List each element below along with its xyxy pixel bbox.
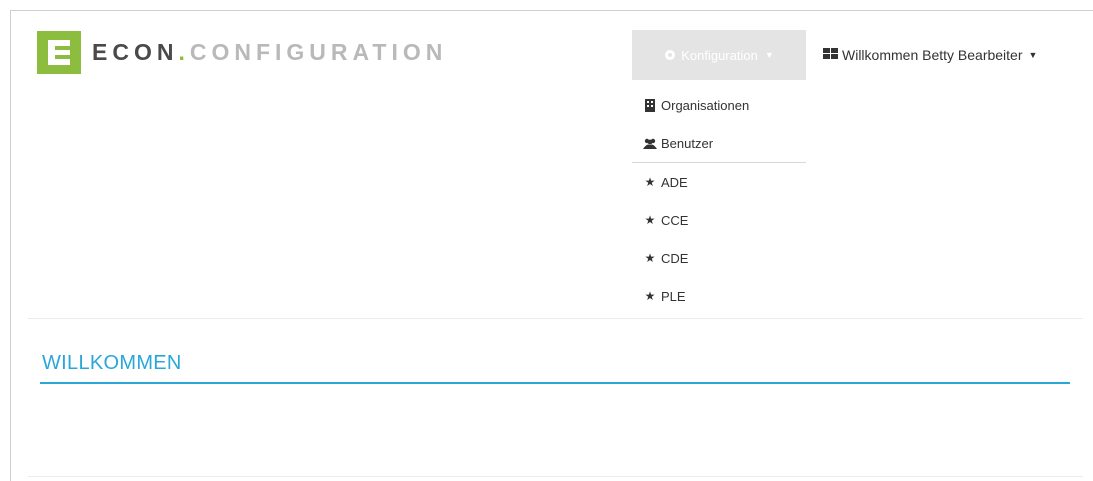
menu-item-label: CDE [661,250,689,266]
logo-e-icon [37,31,81,74]
chevron-down-icon: ▼ [1028,50,1038,60]
user-menu-label: Willkommen Betty Bearbeiter [842,47,1023,63]
user-menu-button[interactable]: Willkommen Betty Bearbeiter ▼ [823,30,1037,80]
konfiguration-dropdown: Organisationen Benutzer ★ ADE ★ CCE ★ CD… [632,86,806,315]
brand-configuration: CONFIGURATION [189,39,448,65]
menu-item-organisationen[interactable]: Organisationen [632,86,806,124]
brand-dot: . [178,39,190,65]
menu-item-label: CCE [661,212,689,228]
content-divider [28,476,1083,477]
brand-econ: ECON [92,39,179,65]
menu-item-cde[interactable]: ★ CDE [632,239,806,277]
users-icon [643,138,657,149]
menu-item-benutzer[interactable]: Benutzer [632,124,806,162]
header-divider [28,318,1083,319]
logo[interactable] [37,31,81,74]
konfiguration-menu-button[interactable]: Konfiguration ▼ [632,30,806,80]
brand-name: ECON.CONFIGURATION [92,38,447,66]
star-icon: ★ [644,175,656,189]
page-frame [10,10,1093,481]
page-title: WILLKOMMEN [42,352,182,374]
menu-item-label: ADE [661,174,688,190]
menu-item-label: Organisationen [661,97,750,113]
title-underline [40,382,1070,384]
menu-item-label: Benutzer [661,135,714,151]
grid-icon [823,47,838,63]
menu-item-ple[interactable]: ★ PLE [632,277,806,315]
star-icon: ★ [644,289,656,303]
gear-icon [664,49,676,61]
konfiguration-label: Konfiguration [681,47,758,63]
building-icon [643,98,657,112]
star-icon: ★ [644,251,656,265]
chevron-down-icon: ▼ [764,50,774,60]
menu-item-label: PLE [661,288,686,304]
star-icon: ★ [644,213,656,227]
menu-item-ade[interactable]: ★ ADE [632,163,806,201]
menu-item-cce[interactable]: ★ CCE [632,201,806,239]
